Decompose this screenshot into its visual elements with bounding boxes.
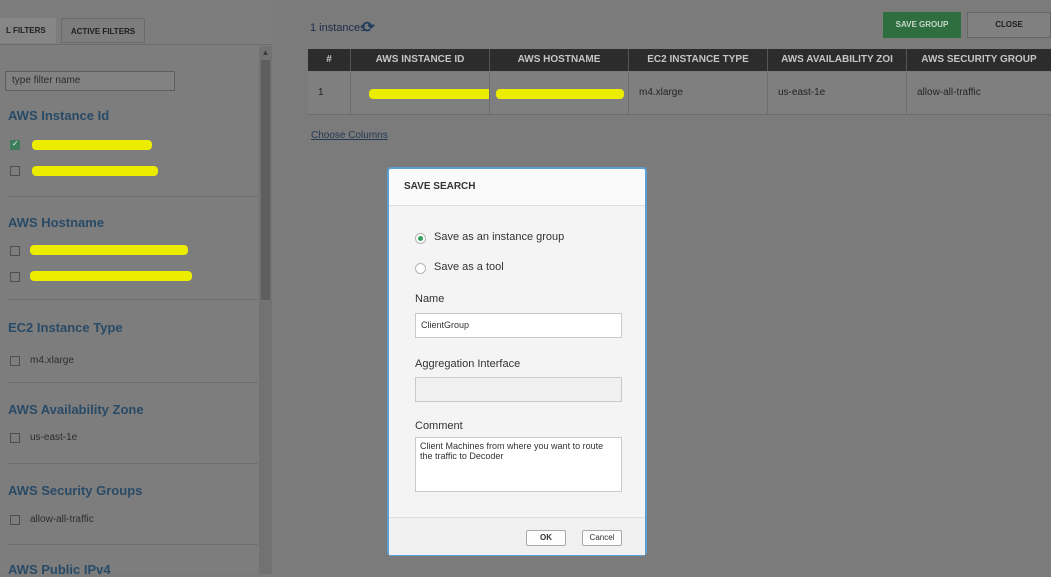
redacted-instance-id-1: [32, 140, 152, 150]
checkbox-instance-id-1[interactable]: [10, 139, 20, 150]
dialog-header: SAVE SEARCH: [389, 169, 645, 206]
cell-index: 1: [308, 72, 351, 114]
divider: [8, 382, 258, 383]
filter-search-input[interactable]: type filter name: [5, 71, 175, 91]
column-header-index[interactable]: #: [308, 49, 351, 71]
cell-instance-type: m4.xlarge: [629, 72, 768, 114]
table-row[interactable]: 1 m4.xlarge us-east-1e allow-all-traffic: [308, 72, 1051, 115]
checkbox-hostname-1[interactable]: [10, 246, 20, 256]
group-aws-availability-zone: AWS Availability Zone: [8, 402, 144, 417]
divider: [8, 196, 258, 197]
column-header-instance-type[interactable]: EC2 INSTANCE TYPE: [629, 49, 768, 71]
cell-instance-id: [351, 72, 490, 114]
group-aws-hostname: AWS Hostname: [8, 215, 105, 230]
name-label: Name: [415, 293, 445, 305]
redacted-hostname-1: [30, 245, 188, 255]
save-search-dialog: SAVE SEARCH Save as an instance group Sa…: [387, 167, 647, 556]
cell-availability-zone: us-east-1e: [768, 72, 907, 114]
scrollbar-thumb[interactable]: [261, 60, 270, 300]
tab-active-filters[interactable]: ACTIVE FILTERS: [61, 18, 145, 43]
close-button[interactable]: CLOSE: [967, 12, 1051, 38]
divider: [8, 544, 258, 545]
table-header: # AWS INSTANCE ID AWS HOSTNAME EC2 INSTA…: [308, 49, 1051, 71]
group-aws-public-ipv4: AWS Public IPv4: [8, 562, 111, 577]
checkbox-m4-xlarge[interactable]: [10, 356, 20, 366]
column-header-hostname[interactable]: AWS HOSTNAME: [490, 49, 629, 71]
scroll-up-arrow-icon[interactable]: ▲: [259, 46, 272, 60]
cell-hostname: [490, 72, 629, 114]
save-group-button[interactable]: SAVE GROUP: [883, 12, 961, 38]
divider: [8, 299, 258, 300]
divider: [8, 463, 258, 464]
aggregation-interface-label: Aggregation Interface: [415, 358, 521, 370]
column-header-instance-id[interactable]: AWS INSTANCE ID: [351, 49, 490, 71]
cell-security-group: allow-all-traffic: [917, 87, 981, 98]
column-header-security-group[interactable]: AWS SECURITY GROUP: [907, 49, 1051, 71]
name-input[interactable]: ClientGroup: [415, 313, 622, 338]
radio-save-tool[interactable]: [415, 263, 426, 274]
comment-label: Comment: [415, 420, 463, 432]
ok-button[interactable]: OK: [526, 530, 566, 546]
refresh-icon[interactable]: ⟳: [362, 18, 375, 36]
checkbox-instance-id-2[interactable]: [10, 166, 20, 176]
checkbox-allow-all-traffic[interactable]: [10, 515, 20, 525]
checkbox-us-east-1e[interactable]: [10, 433, 20, 443]
label-save-tool[interactable]: Save as a tool: [434, 261, 504, 273]
option-us-east-1e[interactable]: us-east-1e: [30, 432, 77, 443]
filter-tabs: L FILTERS ACTIVE FILTERS: [0, 18, 272, 45]
option-allow-all-traffic[interactable]: allow-all-traffic: [30, 514, 94, 525]
group-ec2-instance-type: EC2 Instance Type: [8, 320, 123, 335]
aggregation-interface-input[interactable]: [415, 377, 622, 402]
group-aws-security-groups: AWS Security Groups: [8, 483, 143, 498]
redacted-instance-id-2: [32, 166, 158, 176]
filters-panel: L FILTERS ACTIVE FILTERS type filter nam…: [0, 0, 272, 577]
instance-count: 1 instances: [310, 22, 366, 34]
column-header-availability-zone[interactable]: AWS AVAILABILITY ZOI: [768, 49, 907, 71]
option-m4-xlarge[interactable]: m4.xlarge: [30, 355, 74, 366]
choose-columns-link[interactable]: Choose Columns: [311, 130, 388, 141]
label-save-instance-group[interactable]: Save as an instance group: [434, 231, 564, 243]
radio-save-instance-group[interactable]: [415, 233, 426, 244]
cancel-button[interactable]: Cancel: [582, 530, 622, 546]
comment-textarea[interactable]: Client Machines from where you want to r…: [415, 437, 622, 492]
filters-scrollbar[interactable]: ▲: [259, 46, 272, 574]
dialog-title: SAVE SEARCH: [404, 181, 476, 192]
group-aws-instance-id: AWS Instance Id: [8, 108, 110, 123]
redacted-hostname-2: [30, 271, 192, 281]
redacted-instance-id: [369, 89, 489, 99]
tab-all-filters[interactable]: L FILTERS: [0, 18, 56, 43]
checkbox-hostname-2[interactable]: [10, 272, 20, 282]
redacted-hostname: [496, 89, 624, 99]
